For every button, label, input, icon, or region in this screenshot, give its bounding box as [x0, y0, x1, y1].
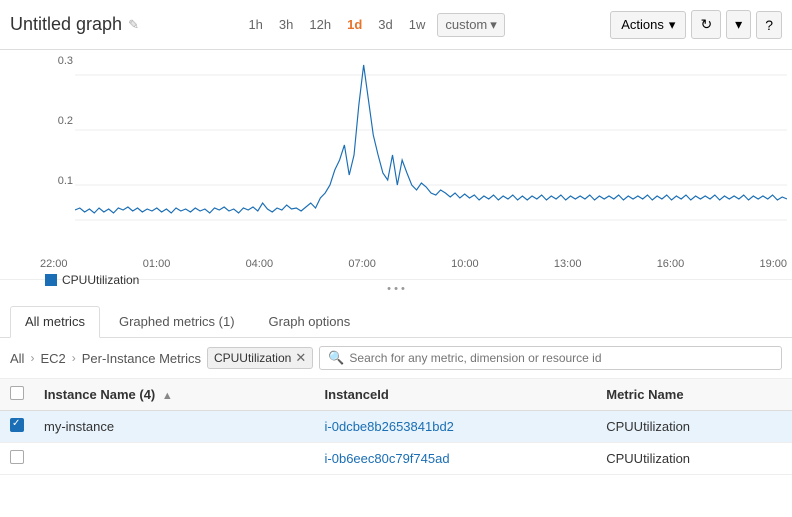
tab-graphed-metrics-label: Graphed metrics (1): [119, 314, 235, 329]
x-label-07: 07:00: [348, 258, 376, 270]
filter-tag-label: CPUUtilization: [214, 351, 291, 365]
time-nav: 1h 3h 12h 1d 3d 1w custom ▾: [139, 13, 610, 37]
metrics-table-container: Instance Name (4) ▲ InstanceId Metric Na…: [0, 379, 792, 475]
row-2-instance-id: i-0b6eec80c79f745ad: [315, 443, 597, 475]
select-all-checkbox[interactable]: [10, 386, 24, 400]
legend-label: CPUUtilization: [62, 273, 139, 287]
metrics-table: Instance Name (4) ▲ InstanceId Metric Na…: [0, 379, 792, 475]
custom-time-button[interactable]: custom ▾: [437, 13, 504, 37]
x-label-13: 13:00: [554, 258, 582, 270]
y-label-0.3: 0.3: [58, 55, 73, 67]
chart-svg: [75, 55, 787, 230]
legend-color-box: [45, 274, 57, 286]
time-3d[interactable]: 3d: [374, 15, 396, 34]
refresh-button[interactable]: ↻: [691, 10, 721, 39]
breadcrumb-sep-2: ›: [72, 351, 76, 365]
header: Untitled graph ✎ 1h 3h 12h 1d 3d 1w cust…: [0, 0, 792, 50]
x-label-19: 19:00: [759, 258, 787, 270]
col-header-check: [0, 379, 34, 411]
chart-legend: CPUUtilization: [0, 270, 792, 287]
x-label-22: 22:00: [40, 258, 68, 270]
time-3h[interactable]: 3h: [275, 15, 297, 34]
table-header-row: Instance Name (4) ▲ InstanceId Metric Na…: [0, 379, 792, 411]
row-1-checkbox[interactable]: [10, 418, 24, 432]
search-icon: 🔍: [328, 350, 344, 366]
row-1-instance-id-link[interactable]: i-0dcbe8b2653841bd2: [325, 419, 454, 434]
tab-all-metrics[interactable]: All metrics: [10, 306, 100, 338]
x-label-01: 01:00: [143, 258, 171, 270]
col-header-metric-name: Metric Name: [596, 379, 792, 411]
y-label-0.2: 0.2: [58, 115, 73, 127]
breadcrumb-sep-1: ›: [30, 351, 34, 365]
search-input[interactable]: [349, 351, 773, 365]
help-icon: ?: [765, 17, 773, 33]
y-axis: 0.3 0.2 0.1: [40, 55, 78, 255]
chart-area: 0.3 0.2 0.1 22:00 01:00 04:00 07:00 10:0…: [0, 50, 792, 280]
col-header-instance-id: InstanceId: [315, 379, 597, 411]
header-actions: Actions ▾ ↻ ▾ ?: [610, 10, 782, 39]
graph-title-container: Untitled graph ✎: [10, 14, 139, 35]
row-2-check-cell: [0, 443, 34, 475]
actions-label: Actions: [621, 17, 664, 32]
sort-icon: ▲: [162, 390, 173, 402]
tab-all-metrics-label: All metrics: [25, 314, 85, 329]
row-2-instance-id-link[interactable]: i-0b6eec80c79f745ad: [325, 451, 450, 466]
time-1h[interactable]: 1h: [244, 15, 266, 34]
row-2-instance-name: [34, 443, 315, 475]
time-12h[interactable]: 12h: [305, 15, 335, 34]
breadcrumb-ec2[interactable]: EC2: [40, 351, 65, 366]
refresh-icon: ↻: [700, 16, 712, 33]
filter-tag-remove-icon[interactable]: ✕: [295, 350, 306, 366]
filter-tag-cpu: CPUUtilization ✕: [207, 347, 313, 369]
filter-bar: All › EC2 › Per-Instance Metrics CPUUtil…: [0, 338, 792, 379]
dropdown-icon: ▾: [735, 16, 742, 33]
custom-label: custom: [445, 17, 487, 32]
y-label-0.1: 0.1: [58, 175, 73, 187]
row-1-metric-name: CPUUtilization: [596, 411, 792, 443]
custom-chevron-icon: ▾: [490, 17, 497, 33]
tab-graph-options-label: Graph options: [269, 314, 351, 329]
time-1d[interactable]: 1d: [343, 15, 366, 34]
row-1-instance-id: i-0dcbe8b2653841bd2: [315, 411, 597, 443]
row-1-instance-name: my-instance: [34, 411, 315, 443]
tab-graphed-metrics[interactable]: Graphed metrics (1): [104, 306, 250, 337]
breadcrumb-all[interactable]: All: [10, 351, 24, 366]
graph-title: Untitled graph: [10, 14, 122, 35]
tab-graph-options[interactable]: Graph options: [254, 306, 366, 337]
x-label-10: 10:00: [451, 258, 479, 270]
row-1-check-cell: [0, 411, 34, 443]
x-axis: 22:00 01:00 04:00 07:00 10:00 13:00 16:0…: [0, 255, 792, 270]
actions-chevron-icon: ▾: [669, 17, 676, 33]
help-button[interactable]: ?: [756, 11, 782, 39]
dropdown-button[interactable]: ▾: [726, 10, 751, 39]
table-row: i-0b6eec80c79f745ad CPUUtilization: [0, 443, 792, 475]
breadcrumb-per-instance[interactable]: Per-Instance Metrics: [82, 351, 201, 366]
col-header-instance-name[interactable]: Instance Name (4) ▲: [34, 379, 315, 411]
row-2-checkbox[interactable]: [10, 450, 24, 464]
x-label-04: 04:00: [246, 258, 274, 270]
search-box[interactable]: 🔍: [319, 346, 782, 370]
row-2-metric-name: CPUUtilization: [596, 443, 792, 475]
tabs-bar: All metrics Graphed metrics (1) Graph op…: [0, 298, 792, 338]
actions-button[interactable]: Actions ▾: [610, 11, 686, 39]
x-label-16: 16:00: [657, 258, 685, 270]
time-1w[interactable]: 1w: [405, 15, 430, 34]
edit-icon[interactable]: ✎: [128, 17, 139, 33]
table-row: my-instance i-0dcbe8b2653841bd2 CPUUtili…: [0, 411, 792, 443]
